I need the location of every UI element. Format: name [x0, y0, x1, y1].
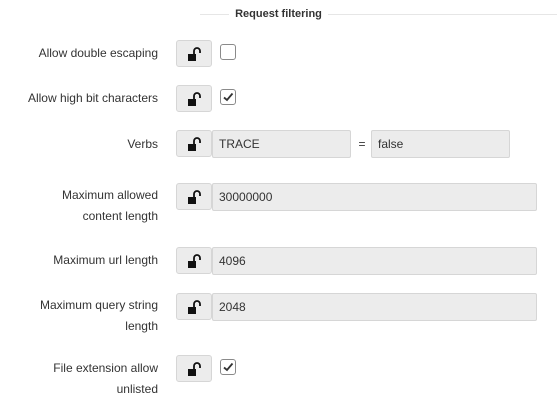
- row-file-extension-allow-unlisted: File extension allow unlisted: [0, 355, 557, 399]
- row-allow-double-escaping: Allow double escaping: [0, 40, 557, 67]
- lock-toggle-button[interactable]: [176, 130, 212, 157]
- lock-toggle-button[interactable]: [176, 293, 212, 320]
- verb-equals-sign: =: [358, 137, 366, 151]
- lock-toggle-button[interactable]: [176, 183, 212, 210]
- label-line: length: [125, 319, 158, 333]
- unlocked-padlock-icon: [188, 46, 201, 61]
- allow-high-bit-characters-label: Allow high bit characters: [27, 91, 158, 105]
- unlocked-padlock-icon: [188, 189, 201, 204]
- row-maximum-query-string-length: Maximum query string length 2048: [0, 293, 557, 337]
- row-verbs: Verbs TRACE = false: [0, 130, 557, 158]
- section-title-text: Request filtering: [229, 8, 328, 20]
- label-line: content length: [82, 209, 158, 223]
- label-line: Maximum query string: [39, 298, 158, 312]
- file-extension-allow-unlisted-checkbox[interactable]: [220, 359, 236, 375]
- lock-toggle-button[interactable]: [176, 40, 212, 67]
- lock-toggle-button[interactable]: [176, 85, 212, 112]
- maximum-url-length-field[interactable]: 4096: [212, 247, 537, 275]
- maximum-query-string-length-field[interactable]: 2048: [212, 293, 537, 321]
- unlocked-padlock-icon: [188, 253, 201, 268]
- label-line: Maximum allowed: [61, 188, 158, 202]
- checkmark-icon: [223, 362, 234, 372]
- maximum-url-length-label: Maximum url length: [53, 253, 158, 267]
- verbs-label: Verbs: [127, 137, 158, 151]
- allow-double-escaping-checkbox[interactable]: [220, 44, 236, 60]
- maximum-allowed-content-length-field[interactable]: 30000000: [212, 183, 537, 211]
- file-extension-allow-unlisted-label: File extension allow unlisted: [0, 358, 158, 400]
- unlocked-padlock-icon: [188, 136, 201, 151]
- verb-name-field[interactable]: TRACE: [212, 130, 351, 158]
- maximum-query-string-length-label: Maximum query string length: [0, 295, 158, 337]
- unlocked-padlock-icon: [188, 299, 201, 314]
- checkmark-icon: [223, 92, 234, 102]
- maximum-allowed-content-length-label: Maximum allowed content length: [0, 185, 158, 227]
- unlocked-padlock-icon: [188, 361, 201, 376]
- row-allow-high-bit-characters: Allow high bit characters: [0, 85, 557, 112]
- lock-toggle-button[interactable]: [176, 247, 212, 274]
- row-maximum-allowed-content-length: Maximum allowed content length 30000000: [0, 183, 557, 227]
- allow-high-bit-characters-checkbox[interactable]: [220, 89, 236, 105]
- section-header: Request filtering: [0, 0, 557, 30]
- allow-double-escaping-label: Allow double escaping: [38, 46, 158, 60]
- lock-toggle-button[interactable]: [176, 355, 212, 382]
- unlocked-padlock-icon: [188, 91, 201, 106]
- verb-allowed-field[interactable]: false: [371, 130, 510, 158]
- section-title: Request filtering: [0, 8, 557, 20]
- row-maximum-url-length: Maximum url length 4096: [0, 247, 557, 275]
- label-line: unlisted: [116, 382, 158, 396]
- label-line: File extension allow: [53, 361, 158, 375]
